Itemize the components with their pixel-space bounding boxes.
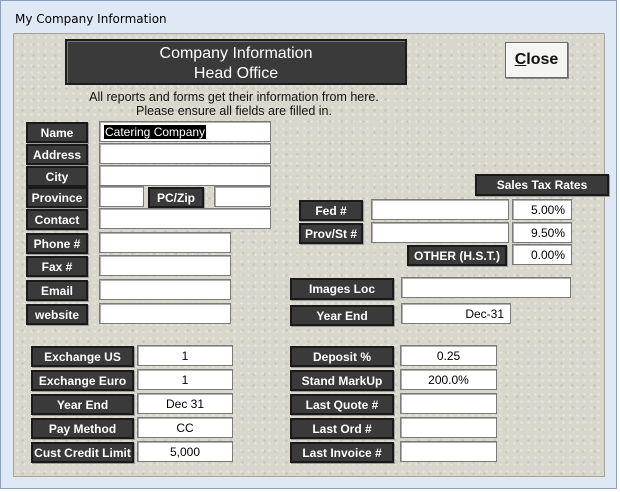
last-ord-field[interactable] — [400, 417, 497, 438]
last-ord-label: Last Ord # — [290, 418, 394, 439]
email-label: Email — [26, 280, 88, 301]
other-hst-rate-field[interactable]: 0.00% — [512, 244, 572, 265]
header-banner: Company Information Head Office — [65, 39, 407, 85]
prov-rate-field[interactable]: 9.50% — [512, 222, 572, 243]
exchange-us-field[interactable]: 1 — [137, 345, 233, 366]
images-loc-field[interactable] — [401, 277, 571, 298]
phone-field[interactable] — [99, 232, 231, 253]
exchange-euro-field[interactable]: 1 — [137, 369, 233, 390]
last-invoice-label: Last Invoice # — [290, 442, 394, 463]
deposit-field[interactable]: 0.25 — [400, 345, 497, 366]
stand-markup-field[interactable]: 200.0% — [400, 369, 497, 390]
year-end-field-left[interactable]: Dec 31 — [137, 393, 233, 414]
fax-label: Fax # — [26, 256, 88, 277]
exchange-us-label: Exchange US — [31, 346, 134, 367]
close-mnemonic: C — [514, 51, 527, 68]
fed-label: Fed # — [299, 200, 363, 221]
info-line-2: Please ensure all fields are filled in. — [136, 104, 332, 118]
email-field[interactable] — [99, 279, 231, 300]
other-hst-label: OTHER (H.S.T.) — [407, 245, 507, 266]
year-end-label-right: Year End — [290, 305, 394, 326]
name-field[interactable]: Catering Company — [99, 121, 271, 142]
address-field[interactable] — [99, 143, 271, 164]
header-subtitle: Head Office — [193, 65, 279, 82]
fax-field[interactable] — [99, 255, 231, 276]
pczip-label: PC/Zip — [148, 187, 204, 208]
prov-number-field[interactable] — [371, 222, 509, 243]
close-label: lose — [526, 51, 559, 68]
images-loc-label: Images Loc — [290, 278, 394, 300]
exchange-euro-label: Exchange Euro — [31, 370, 134, 391]
last-quote-field[interactable] — [400, 393, 497, 414]
fed-rate-field[interactable]: 5.00% — [512, 199, 572, 220]
pay-method-label: Pay Method — [31, 418, 134, 439]
last-invoice-field[interactable] — [400, 441, 497, 462]
address-label: Address — [26, 144, 88, 165]
fed-number-field[interactable] — [371, 199, 509, 220]
contact-field[interactable] — [99, 208, 271, 229]
city-field[interactable] — [99, 165, 271, 186]
name-value: Catering Company — [104, 124, 207, 139]
province-label: Province — [26, 187, 88, 208]
website-field[interactable] — [99, 303, 231, 324]
header-title: Company Information — [159, 45, 313, 62]
pay-method-field[interactable]: CC — [137, 417, 233, 438]
name-label: Name — [26, 122, 88, 143]
info-line-1: All reports and forms get their informat… — [89, 90, 379, 104]
form-panel: Company Information Head Office Close Al… — [13, 33, 609, 477]
info-text: All reports and forms get their informat… — [54, 90, 414, 118]
cust-credit-limit-field[interactable]: 5,000 — [137, 441, 233, 462]
company-info-window: My Company Information Company Informati… — [0, 0, 617, 489]
website-label: website — [26, 304, 88, 325]
deposit-label: Deposit % — [290, 346, 394, 367]
phone-label: Phone # — [26, 233, 88, 254]
cust-credit-limit-label: Cust Credit Limit — [31, 442, 134, 463]
province-field[interactable] — [99, 186, 144, 207]
sales-tax-rates-button[interactable]: Sales Tax Rates — [475, 174, 609, 196]
window-title: My Company Information — [15, 12, 167, 26]
title-bar[interactable]: My Company Information — [1, 1, 616, 33]
close-button[interactable]: Close — [505, 42, 568, 78]
city-label: City — [26, 166, 88, 187]
pczip-field[interactable] — [214, 186, 271, 207]
year-end-field-right[interactable]: Dec-31 — [401, 303, 511, 324]
prov-label: Prov/St # — [299, 223, 363, 244]
contact-label: Contact — [26, 209, 88, 230]
year-end-label-left: Year End — [31, 394, 134, 415]
last-quote-label: Last Quote # — [290, 394, 394, 415]
stand-markup-label: Stand MarkUp — [290, 370, 394, 391]
